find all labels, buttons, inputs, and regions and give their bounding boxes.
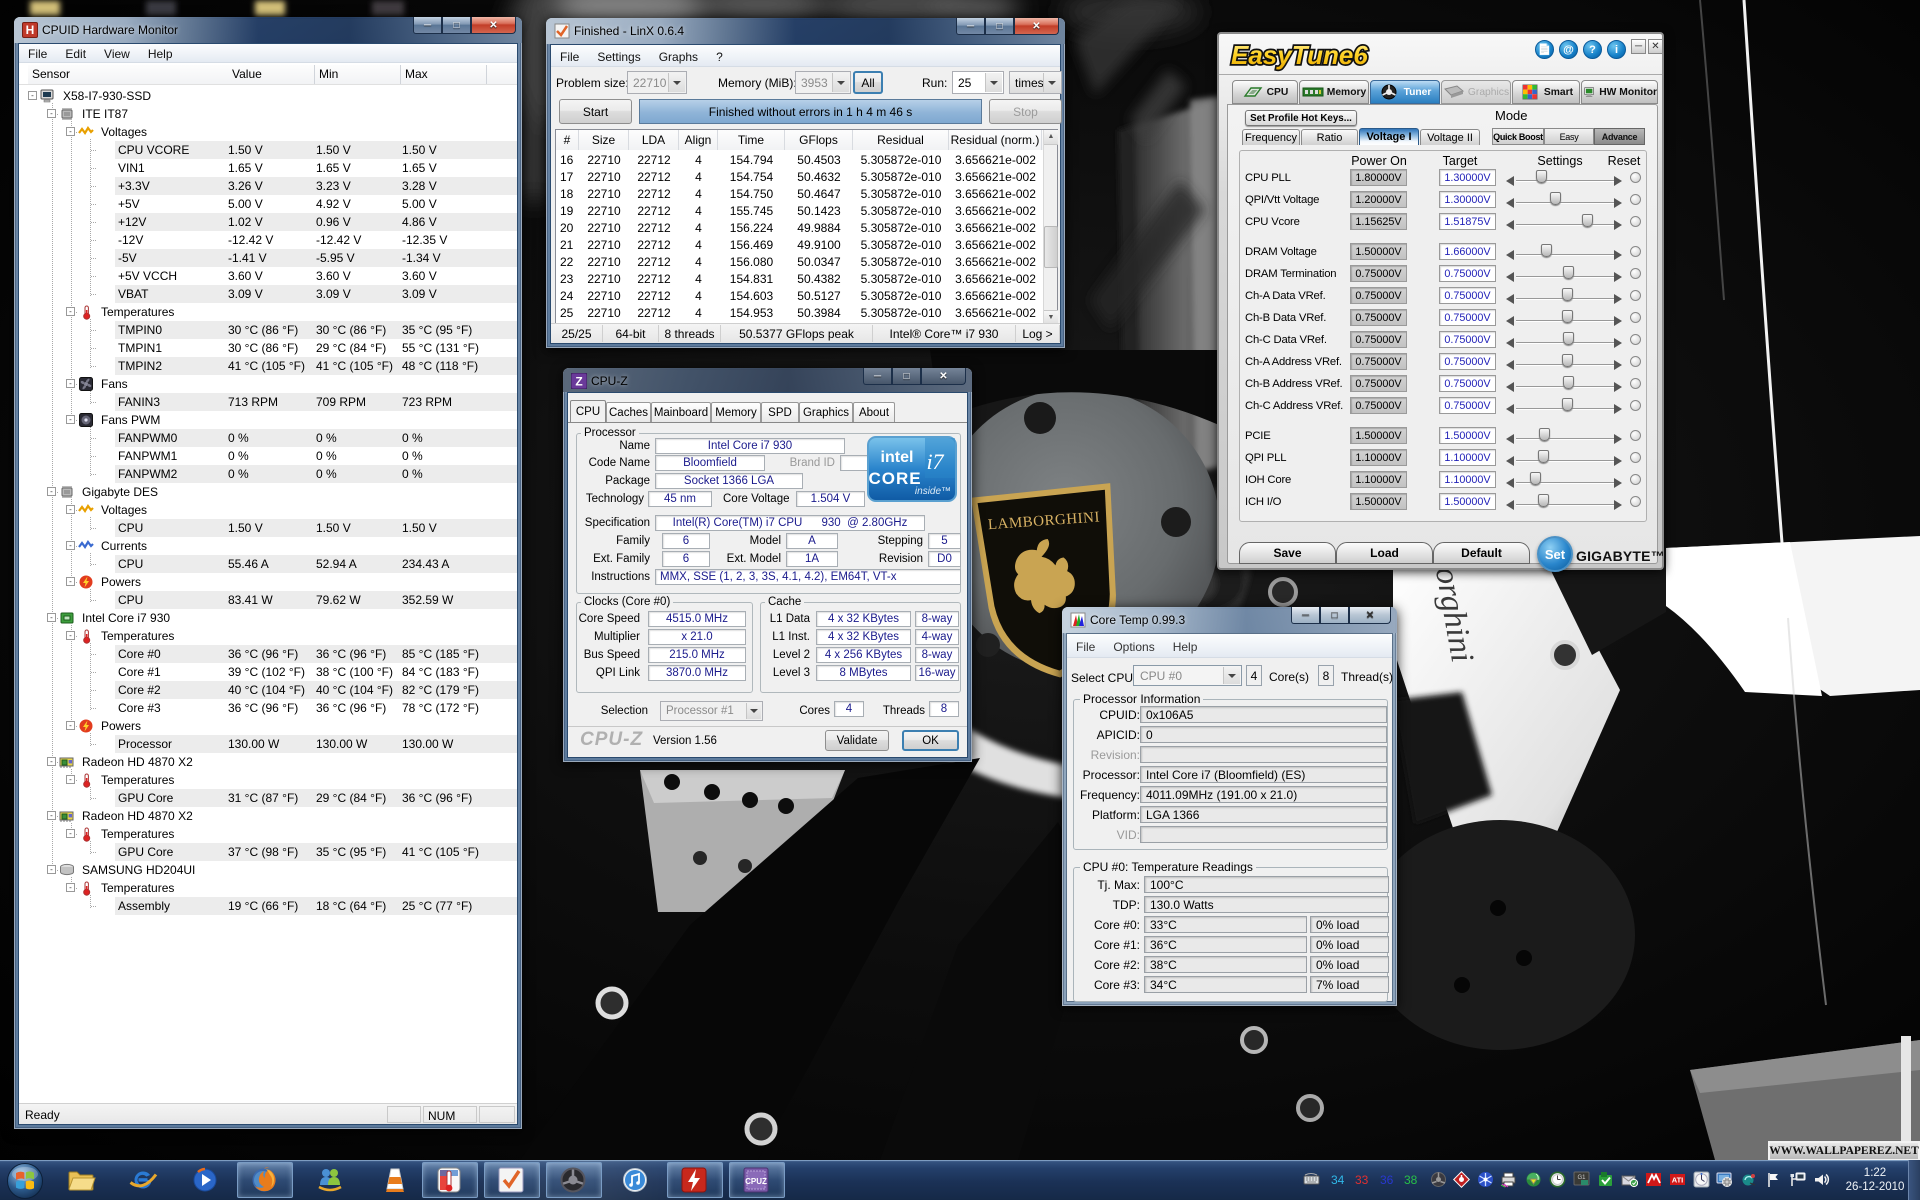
svg-text:i7: i7: [926, 449, 944, 474]
svg-text:inside™: inside™: [915, 486, 951, 497]
svg-text:intel: intel: [881, 449, 914, 466]
svg-text:G1: G1: [1577, 1175, 1586, 1181]
svg-text:ATI: ATI: [1672, 1176, 1684, 1185]
svg-text:CPUZ: CPUZ: [745, 1177, 767, 1186]
svg-text:EasyTune6: EasyTune6: [1231, 40, 1368, 70]
svg-text:Z: Z: [575, 375, 582, 389]
svg-text:CORE: CORE: [868, 469, 921, 488]
